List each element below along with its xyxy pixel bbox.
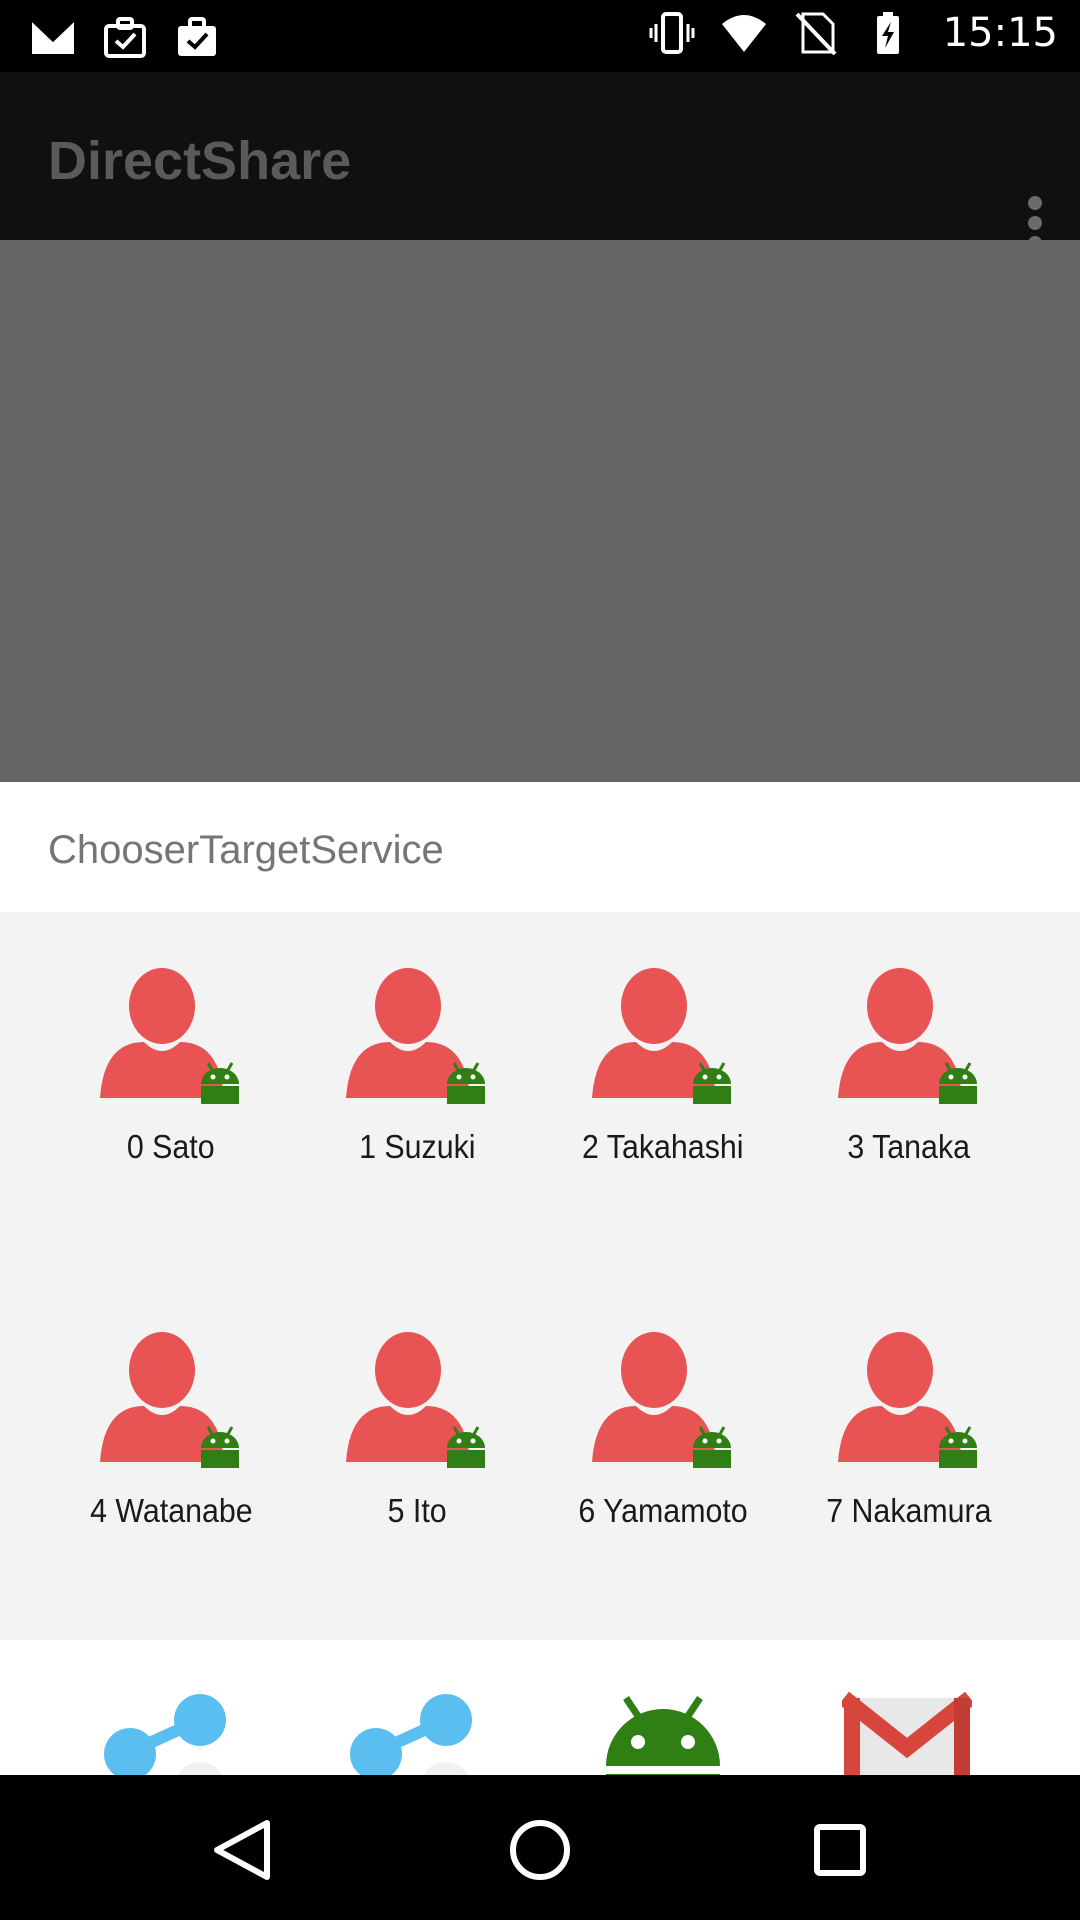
android-badge-icon [447,1062,485,1104]
app-title: DirectShare [48,131,352,191]
target-name: 7 Nakamura [826,1492,992,1529]
contact-avatar [346,1326,488,1468]
status-bar: 15:15 [0,0,1080,72]
contact-avatar [592,962,734,1104]
contact-avatar [346,962,488,1104]
target-name: 1 Suzuki [358,1128,476,1165]
contact-avatar [838,962,980,1104]
gmail-notification-icon [30,18,76,54]
work-briefcase-check-icon [178,17,216,56]
target-name: 2 Takahashi [582,1128,744,1165]
share-target[interactable]: 4 Watanabe [48,1326,294,1690]
android-badge-icon [939,1062,977,1104]
share-target[interactable]: 6 Yamamoto [540,1326,786,1690]
android-icon[interactable] [598,1692,728,1775]
target-name: 5 Ito [387,1492,447,1529]
navigation-bar [0,1775,1080,1920]
vibrate-icon [649,12,695,54]
share-target[interactable]: 3 Tanaka [786,962,1032,1326]
gmail-icon[interactable] [842,1692,972,1775]
share-target[interactable]: 1 Suzuki [294,962,540,1326]
app-bar: DirectShare [0,72,1080,250]
android-badge-icon [939,1426,977,1468]
clock: 15:15 [942,10,1058,56]
dialog-scrim[interactable] [0,240,1080,782]
target-name: 4 Watanabe [89,1492,253,1529]
no-sim-icon [795,12,837,56]
chooser-header: ChooserTargetService [0,782,1080,912]
android-badge-icon [693,1062,731,1104]
share-target[interactable]: 2 Takahashi [540,962,786,1326]
contact-avatar [100,1326,242,1468]
android-badge-icon [201,1062,239,1104]
recents-icon[interactable] [805,1815,875,1885]
target-name: 0 Sato [127,1128,215,1165]
direct-share-targets: 0 Sato 1 Suzuki 2 Takahashi 3 Tanaka 4 W… [0,912,1080,1640]
contact-avatar [592,1326,734,1468]
wifi-icon [721,15,766,52]
chooser-title: ChooserTargetService [48,828,444,872]
share-target[interactable]: 0 Sato [48,962,294,1326]
share-target[interactable]: 7 Nakamura [786,1326,1032,1690]
target-name: 3 Tanaka [847,1128,971,1165]
android-badge-icon [447,1426,485,1468]
work-briefcase-check-icon [104,17,146,58]
share-target[interactable]: 5 Ito [294,1326,540,1690]
back-icon[interactable] [207,1815,277,1885]
android-badge-icon [201,1426,239,1468]
share-icon[interactable] [346,1692,476,1775]
share-icon[interactable] [100,1692,230,1775]
android-badge-icon [693,1426,731,1468]
target-name: 6 Yamamoto [578,1492,748,1529]
contact-avatar [838,1326,980,1468]
contact-avatar [100,962,242,1104]
battery-charging-icon [876,12,899,54]
home-icon[interactable] [505,1815,575,1885]
app-targets-row [0,1640,1080,1775]
